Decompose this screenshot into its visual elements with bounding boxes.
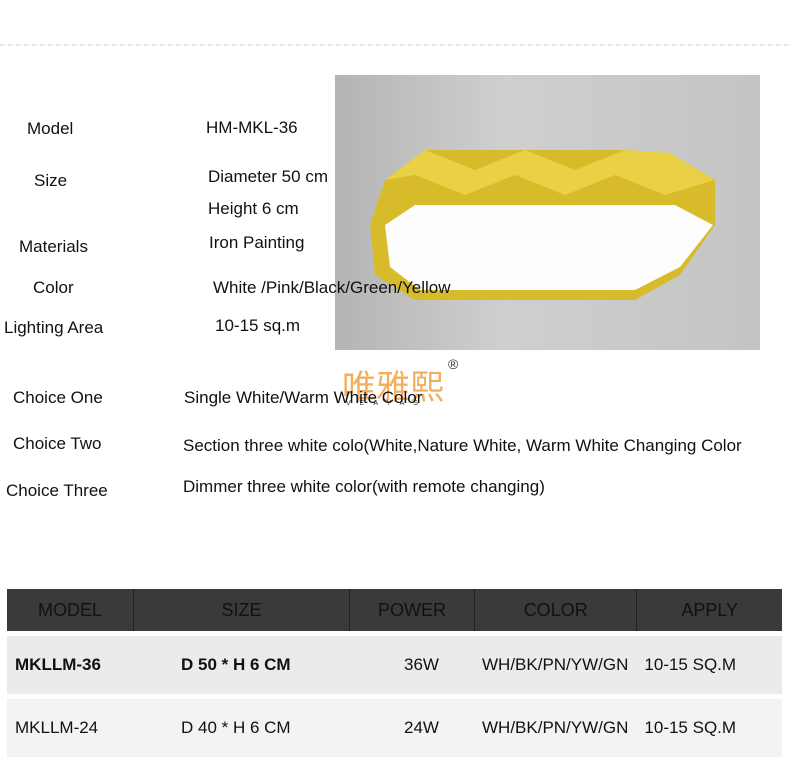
cell-color: WH/BK/PN/YW/GN	[474, 636, 637, 694]
spec-value-model: HM-MKL-36	[206, 118, 298, 137]
spec-label-color: Color	[33, 278, 74, 297]
col-apply: APPLY	[636, 589, 782, 631]
cell-apply: 10-15 SQ.M	[636, 636, 782, 694]
spec-label-model: Model	[27, 119, 74, 138]
choice-label-one: Choice One	[13, 388, 103, 407]
choice-value-one: Single White/Warm White Color	[184, 388, 423, 407]
cell-size: D 40 * H 6 CM	[133, 699, 349, 757]
cell-size: D 50 * H 6 CM	[133, 636, 349, 694]
top-divider	[0, 44, 790, 46]
cell-model: MKLLM-24	[7, 699, 133, 757]
spec-value-color: White /Pink/Black/Green/Yellow	[213, 278, 451, 297]
spec-label-size: Size	[34, 171, 68, 190]
cell-model: MKLLM-36	[7, 636, 133, 694]
spec-value-diameter: Diameter 50 cm	[208, 167, 328, 186]
registered-mark: ®	[448, 356, 459, 372]
table-row: MKLLM-36 D 50 * H 6 CM 36W WH/BK/PN/YW/G…	[7, 636, 782, 694]
spec-table: MODEL SIZE POWER COLOR APPLY MKLLM-36 D …	[7, 589, 782, 757]
choice-label-two: Choice Two	[13, 434, 102, 453]
ceiling-lamp-image	[370, 150, 715, 300]
cell-power: 24W	[349, 699, 474, 757]
col-power: POWER	[349, 589, 474, 631]
product-photo	[335, 75, 760, 350]
spec-value-materials: Iron Painting	[209, 233, 305, 252]
choice-value-three: Dimmer three white color(with remote cha…	[183, 477, 545, 496]
spec-label-lighting-area: Lighting Area	[4, 318, 104, 337]
choice-value-two: Section three white colo(White,Nature Wh…	[183, 436, 742, 455]
spec-value-lighting-area: 10-15 sq.m	[215, 316, 301, 335]
col-size: SIZE	[133, 589, 349, 631]
table-header: MODEL SIZE POWER COLOR APPLY	[7, 589, 782, 631]
cell-apply: 10-15 SQ.M	[636, 699, 782, 757]
cell-color: WH/BK/PN/YW/GN	[474, 699, 637, 757]
table-row: MKLLM-24 D 40 * H 6 CM 24W WH/BK/PN/YW/G…	[7, 699, 782, 757]
col-color: COLOR	[474, 589, 637, 631]
col-model: MODEL	[7, 589, 133, 631]
choice-label-three: Choice Three	[6, 481, 108, 500]
spec-value-height: Height 6 cm	[208, 199, 299, 218]
spec-label-materials: Materials	[19, 237, 88, 256]
cell-power: 36W	[349, 636, 474, 694]
